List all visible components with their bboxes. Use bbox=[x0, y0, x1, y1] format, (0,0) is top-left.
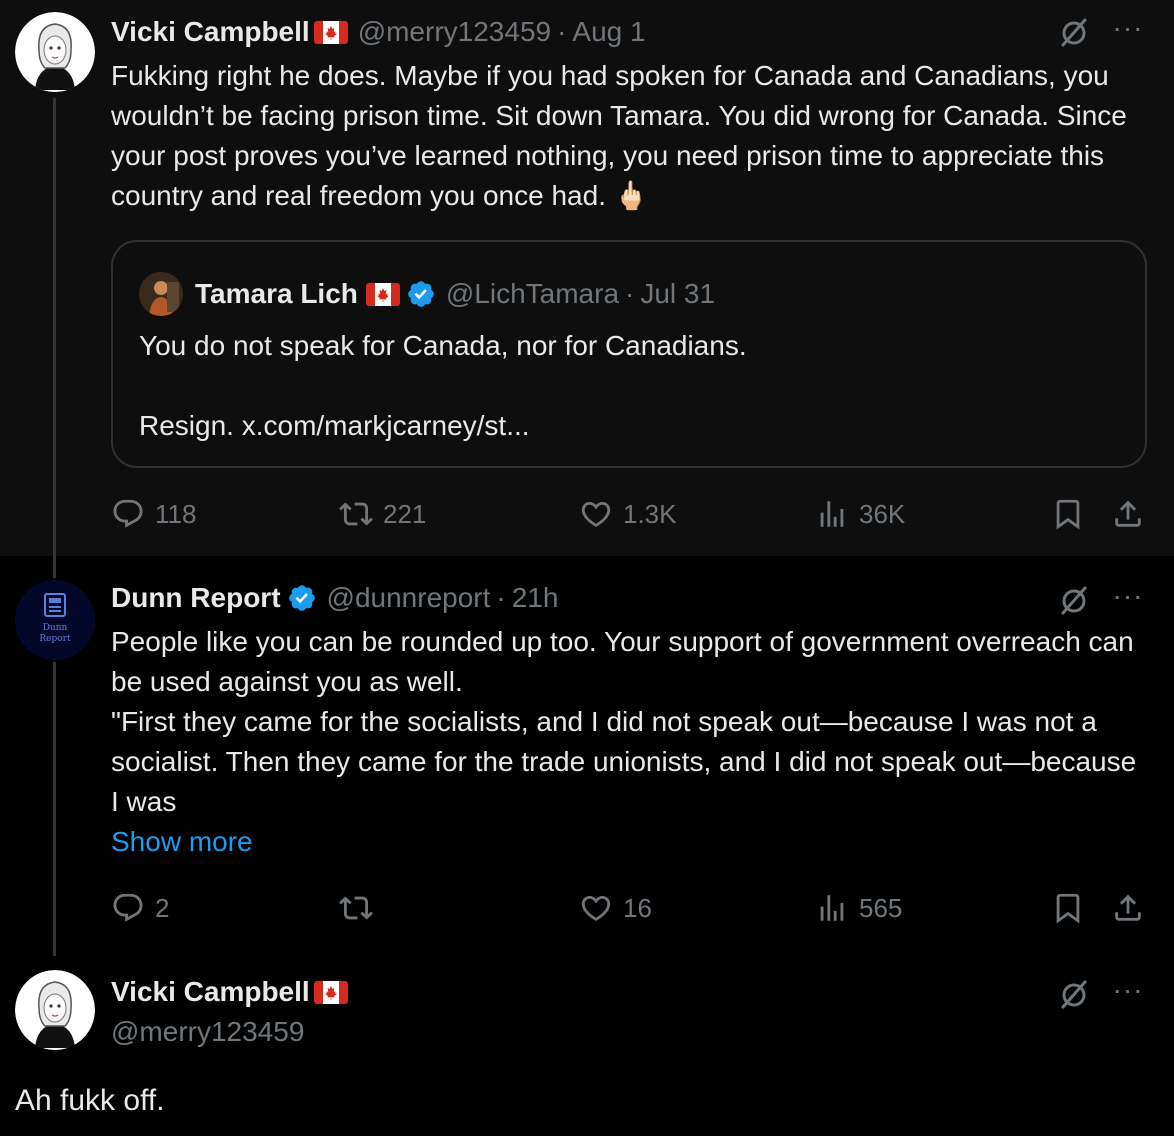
separator-dot: · bbox=[496, 582, 506, 613]
more-icon[interactable]: ··· bbox=[1112, 582, 1144, 618]
thread-line bbox=[53, 662, 56, 956]
avatar[interactable] bbox=[15, 12, 95, 92]
bookmark-icon bbox=[1051, 891, 1085, 925]
grok-icon[interactable] bbox=[1058, 16, 1090, 48]
thread-line bbox=[53, 98, 56, 556]
avatar-text-line: Dunn bbox=[43, 623, 68, 633]
more-icon[interactable]: ··· bbox=[1112, 976, 1144, 1012]
quoted-handle: @LichTamara bbox=[445, 278, 620, 309]
post-text: Ah fukk off. bbox=[15, 1084, 165, 1117]
action-bar: 118 221 1.3K 36K bbox=[111, 494, 1151, 534]
views-icon bbox=[815, 891, 849, 925]
bookmark-button[interactable] bbox=[1051, 888, 1085, 928]
thread-line bbox=[53, 556, 56, 578]
repost-count: 221 bbox=[383, 498, 427, 529]
quoted-post[interactable]: Tamara Lich @LichTamara · Jul 31 You do … bbox=[111, 240, 1147, 468]
share-icon bbox=[1111, 497, 1145, 531]
post-header: Vicki Campbell @merry123459 · Aug 1 bbox=[111, 14, 646, 50]
author-handle[interactable]: @dunnreport bbox=[327, 582, 491, 614]
reply-icon bbox=[111, 891, 145, 925]
more-icon[interactable]: ··· bbox=[1112, 14, 1144, 50]
views-button[interactable]: 565 bbox=[815, 888, 902, 928]
like-button[interactable]: 1.3K bbox=[579, 494, 677, 534]
avatar-text-line: Report bbox=[39, 634, 71, 644]
author-name[interactable]: Vicki Campbell bbox=[111, 16, 310, 48]
bookmark-icon bbox=[1051, 497, 1085, 531]
avatar[interactable] bbox=[15, 970, 95, 1050]
post-vicki-focused[interactable]: Vicki Campbell @merry123459 ··· bbox=[0, 956, 1174, 1136]
canada-flag-icon bbox=[314, 981, 348, 1004]
views-count: 565 bbox=[859, 892, 903, 923]
reply-count: 118 bbox=[155, 498, 197, 529]
repost-icon bbox=[339, 891, 373, 925]
post-text: People like you can be rounded up too. Y… bbox=[111, 622, 1151, 822]
quoted-text: You do not speak for Canada, nor for Can… bbox=[139, 326, 1119, 446]
grok-icon[interactable] bbox=[1058, 584, 1090, 616]
like-count: 1.3K bbox=[623, 498, 677, 529]
views-icon bbox=[815, 497, 849, 531]
quoted-avatar[interactable] bbox=[139, 272, 183, 316]
reply-count: 2 bbox=[155, 892, 170, 923]
quoted-author-name[interactable]: Tamara Lich bbox=[195, 278, 358, 310]
bookmark-button[interactable] bbox=[1051, 494, 1085, 534]
heart-icon bbox=[579, 891, 613, 925]
views-count: 36K bbox=[859, 498, 906, 529]
show-more-link[interactable]: Show more bbox=[111, 826, 253, 858]
separator-dot: · bbox=[557, 16, 567, 47]
reply-button[interactable]: 2 bbox=[111, 888, 169, 928]
share-icon bbox=[1111, 891, 1145, 925]
action-bar: 2 16 565 bbox=[111, 888, 1151, 928]
author-name[interactable]: Vicki Campbell bbox=[111, 976, 310, 1008]
canada-flag-icon bbox=[314, 21, 348, 44]
quoted-header: Tamara Lich @LichTamara · Jul 31 bbox=[195, 274, 715, 314]
canada-flag-icon bbox=[366, 283, 400, 306]
share-button[interactable] bbox=[1111, 888, 1145, 928]
grok-icon[interactable] bbox=[1058, 978, 1090, 1010]
share-button[interactable] bbox=[1111, 494, 1145, 534]
author-name[interactable]: Dunn Report bbox=[111, 582, 281, 614]
post-dunn-report[interactable]: Dunn Report Dunn Report @dunnreport · 21… bbox=[0, 556, 1174, 956]
post-vicki-1[interactable]: Vicki Campbell @merry123459 · Aug 1 ··· … bbox=[0, 0, 1174, 556]
separator-dot: · bbox=[625, 278, 635, 309]
heart-icon bbox=[579, 497, 613, 531]
like-count: 16 bbox=[623, 892, 652, 923]
views-button[interactable]: 36K bbox=[815, 494, 905, 534]
repost-button[interactable] bbox=[339, 888, 383, 928]
author-handle[interactable]: @merry123459 bbox=[358, 16, 551, 48]
post-header: Vicki Campbell bbox=[111, 974, 348, 1010]
post-header: Dunn Report @dunnreport · 21h bbox=[111, 580, 558, 616]
verified-badge-icon bbox=[406, 279, 436, 309]
post-text: Fukking right he does. Maybe if you had … bbox=[111, 60, 1127, 211]
post-text-paragraph: People like you can be rounded up too. Y… bbox=[111, 626, 1134, 697]
handle-row: @merry123459 bbox=[111, 1014, 304, 1050]
reply-button[interactable]: 118 bbox=[111, 494, 196, 534]
like-button[interactable]: 16 bbox=[579, 888, 652, 928]
verified-badge-icon bbox=[287, 583, 317, 613]
quoted-text-line: Resign. x.com/markjcarney/st... bbox=[139, 410, 530, 441]
quoted-text-line: You do not speak for Canada, nor for Can… bbox=[139, 330, 747, 361]
post-time[interactable]: Aug 1 bbox=[572, 16, 645, 48]
avatar[interactable]: Dunn Report bbox=[15, 580, 95, 660]
repost-icon bbox=[339, 497, 373, 531]
reply-icon bbox=[111, 497, 145, 531]
post-text-paragraph: "First they came for the socialists, and… bbox=[111, 706, 1137, 817]
quoted-time: Jul 31 bbox=[640, 278, 716, 309]
author-handle[interactable]: @merry123459 bbox=[111, 1016, 304, 1048]
repost-button[interactable]: 221 bbox=[339, 494, 426, 534]
post-time[interactable]: 21h bbox=[512, 582, 559, 614]
